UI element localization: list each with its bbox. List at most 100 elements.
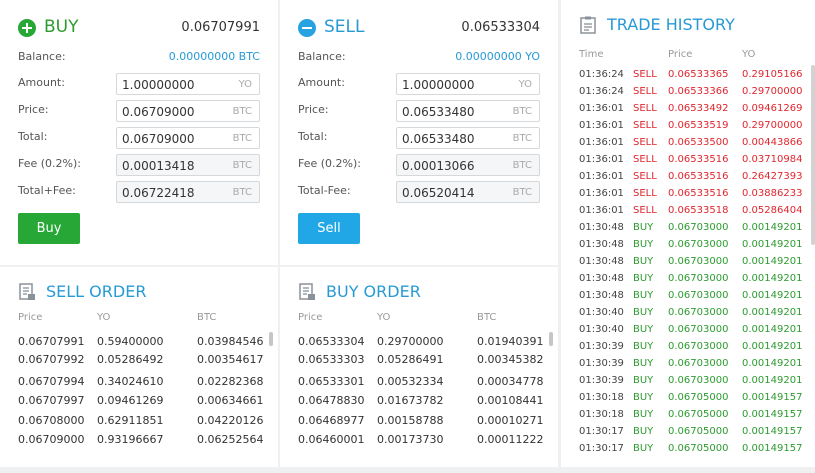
order-yo: 0.01673782 (377, 394, 444, 407)
sell-fee-label: Fee (0.2%): (298, 157, 361, 170)
plus-circle-icon (18, 19, 36, 37)
sell-order-panel: SELL ORDER Price YO BTC 0.06707991 0.594… (0, 267, 278, 467)
trade-side: SELL (633, 137, 657, 148)
sell-totalfee-label: Total-Fee: (298, 184, 351, 197)
trade-history-title: TRADE HISTORY (607, 15, 735, 34)
sell-totalfee-value: 0.06520414 (402, 186, 475, 200)
sell-order-title: SELL ORDER (46, 282, 147, 301)
buy-order-title: BUY ORDER (326, 282, 421, 301)
history-col-yo: YO (742, 49, 756, 60)
trade-time: 01:36:01 (579, 171, 624, 182)
trade-time: 01:30:48 (579, 256, 624, 267)
order-price: 0.06709000 (18, 433, 85, 446)
buy-order-scrollbar[interactable] (549, 332, 553, 346)
trade-side: BUY (633, 256, 654, 267)
buy-button[interactable]: Buy (18, 213, 80, 244)
buy-order-row[interactable]: 0.06468977 0.00158788 0.00010271 (298, 414, 543, 431)
trade-side: SELL (633, 205, 657, 216)
trade-history-scrollbar[interactable] (811, 65, 815, 245)
trade-side: SELL (633, 120, 657, 131)
buy-total-row: Total: 0.06709000 BTC (18, 127, 260, 149)
order-price: 0.06533304 (298, 335, 365, 348)
sell-order-row[interactable]: 0.06708000 0.62911851 0.04220126 (18, 414, 263, 431)
trade-side: BUY (633, 324, 654, 335)
trade-amount: 0.00149201 (742, 222, 803, 233)
trade-history-row: 01:30:39 BUY 0.06703000 0.00149201 (579, 375, 802, 392)
order-price: 0.06707992 (18, 353, 85, 366)
buy-amount-input[interactable]: 1.00000000 YO (116, 73, 260, 95)
sell-order-row[interactable]: 0.06707994 0.34024610 0.02282368 (18, 375, 263, 392)
buy-price-input[interactable]: 0.06709000 BTC (116, 100, 260, 122)
sell-balance-label: Balance: (298, 50, 346, 63)
buy-amount-unit: YO (238, 79, 252, 90)
buy-order-col-yo: YO (377, 312, 391, 323)
trade-side: SELL (633, 171, 657, 182)
sell-price-input[interactable]: 0.06533480 BTC (396, 100, 540, 122)
buy-price-label: Price: (18, 103, 49, 116)
sell-order-row[interactable]: 0.06707992 0.05286492 0.00354617 (18, 353, 263, 370)
trade-time: 01:36:01 (579, 205, 624, 216)
sell-price-row: Price: 0.06533480 BTC (298, 100, 540, 122)
trade-amount: 0.00149201 (742, 358, 803, 369)
trade-price: 0.06705000 (668, 426, 729, 437)
trade-time: 01:36:24 (579, 69, 624, 80)
trade-amount: 0.00149157 (742, 426, 803, 437)
trade-amount: 0.29700000 (742, 86, 803, 97)
order-btc: 0.02282368 (197, 375, 264, 388)
buy-balance-row: Balance: 0.00000000 BTC (18, 47, 260, 69)
trade-history-row: 01:30:17 BUY 0.06705000 0.00149157 (579, 426, 803, 443)
buy-order-row[interactable]: 0.06533303 0.05286491 0.00345382 (298, 353, 543, 370)
buy-amount-value: 1.00000000 (122, 78, 195, 92)
sell-order-scrollbar[interactable] (269, 332, 273, 346)
trade-time: 01:30:48 (579, 290, 624, 301)
trade-side: BUY (633, 273, 654, 284)
sell-button[interactable]: Sell (298, 213, 360, 244)
trade-amount: 0.00149157 (742, 443, 803, 454)
order-yo: 0.62911851 (97, 414, 164, 427)
order-price: 0.06707994 (18, 375, 85, 388)
sell-amount-input[interactable]: 1.00000000 YO (396, 73, 540, 95)
order-yo: 0.05286492 (97, 353, 164, 366)
buy-totalfee-row: Total+Fee: 0.06722418 BTC (18, 181, 260, 203)
trade-time: 01:36:01 (579, 188, 624, 199)
trade-history-row: 01:30:48 BUY 0.06703000 0.00149201 (579, 239, 802, 256)
trade-history-row: 01:30:18 BUY 0.06705000 0.00149157 (579, 392, 802, 409)
trade-side: SELL (633, 188, 657, 199)
order-btc: 0.00634661 (197, 394, 264, 407)
buy-order-row[interactable]: 0.06460001 0.00173730 0.00011222 (298, 433, 543, 450)
trade-side: BUY (633, 358, 654, 369)
buy-order-row[interactable]: 0.06533304 0.29700000 0.01940391 (298, 335, 543, 352)
order-price: 0.06468977 (298, 414, 365, 427)
trade-time: 01:30:18 (579, 392, 624, 403)
sell-order-row[interactable]: 0.06709000 0.93196667 0.06252564 (18, 433, 263, 450)
sell-order-row[interactable]: 0.06707997 0.09461269 0.00634661 (18, 394, 263, 411)
order-price: 0.06708000 (18, 414, 85, 427)
trade-price: 0.06705000 (668, 409, 729, 420)
buy-balance-label: Balance: (18, 50, 66, 63)
sell-total-input[interactable]: 0.06533480 BTC (396, 127, 540, 149)
buy-balance-value[interactable]: 0.00000000 BTC (169, 50, 260, 63)
order-yo: 0.00532334 (377, 375, 444, 388)
trade-side: SELL (633, 103, 657, 114)
buy-order-row[interactable]: 0.06478830 0.01673782 0.00108441 (298, 394, 543, 411)
trade-history-row: 01:36:24 SELL 0.06533366 0.29700000 (579, 86, 803, 103)
trade-history-row: 01:36:01 SELL 0.06533516 0.26427393 (579, 171, 802, 188)
order-yo: 0.34024610 (97, 375, 164, 388)
trade-side: SELL (633, 69, 657, 80)
trade-price: 0.06703000 (668, 222, 729, 233)
buy-total-input[interactable]: 0.06709000 BTC (116, 127, 260, 149)
sell-order-row[interactable]: 0.06707991 0.59400000 0.03984546 (18, 335, 263, 352)
order-btc: 0.00354617 (197, 353, 264, 366)
trade-time: 01:36:01 (579, 137, 624, 148)
sell-title: SELL (324, 17, 365, 37)
clipboard-icon (580, 16, 596, 34)
buy-order-row[interactable]: 0.06533301 0.00532334 0.00034778 (298, 375, 543, 392)
buy-price-row: Price: 0.06709000 BTC (18, 100, 260, 122)
sell-balance-value[interactable]: 0.00000000 YO (455, 50, 540, 63)
sell-amount-value: 1.00000000 (402, 78, 475, 92)
trade-side: SELL (633, 86, 657, 97)
minus-circle-icon (298, 19, 316, 37)
sell-totalfee-row: Total-Fee: 0.06520414 BTC (298, 181, 540, 203)
trade-side: BUY (633, 239, 654, 250)
buy-total-value: 0.06709000 (122, 132, 195, 146)
